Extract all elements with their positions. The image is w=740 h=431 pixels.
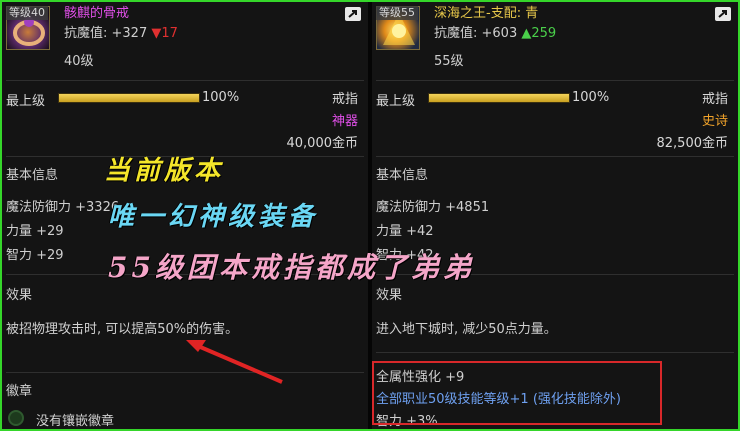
emblem-empty-text: 没有镶嵌徽章	[36, 414, 115, 429]
item-rarity: 史诗	[701, 114, 728, 129]
item-name: 深海之王-支配: 青	[434, 6, 539, 21]
item-level-tag: 等级55	[376, 6, 418, 20]
separator	[6, 80, 364, 81]
effect-text: 进入地下城时, 减少50点力量。	[376, 322, 557, 337]
max-level-bar	[58, 93, 200, 103]
effect-text: 被招物理攻击时, 可以提高50%的伤害。	[6, 322, 239, 337]
basic-info-label: 基本信息	[6, 168, 59, 183]
anti-magic-value: 抗魔值: +327	[64, 26, 148, 41]
emblem-label: 徽章	[6, 384, 33, 399]
stat-strength: 力量 +29	[6, 224, 64, 239]
anti-magic-stat: 抗魔值: +603 ▲259	[434, 26, 556, 42]
separator	[6, 372, 364, 373]
item-name: 骸麒的骨戒	[64, 6, 130, 21]
item-rarity: 神器	[331, 114, 358, 129]
item-slot: 戒指	[331, 92, 358, 107]
separator	[376, 352, 734, 353]
effect-label: 效果	[376, 288, 403, 303]
caption-line-2: 唯一幻神级装备	[108, 202, 319, 232]
item-price: 40,000金币	[286, 136, 359, 151]
effect-label: 效果	[6, 288, 33, 303]
emblem-slot-icon	[8, 410, 24, 426]
anti-magic-stat: 抗魔值: +327 ▼17	[64, 26, 178, 42]
caption-line-3: 55级团本戒指都成了弟弟	[108, 251, 475, 284]
separator	[376, 80, 734, 81]
anti-magic-delta: ▲259	[521, 26, 557, 41]
max-level-bar-fill	[59, 94, 199, 102]
item-level: 55级	[434, 54, 464, 69]
stat-strength: 力量 +42	[376, 224, 434, 239]
max-level-label: 最上级	[376, 94, 416, 109]
max-level-label: 最上级	[6, 94, 46, 109]
share-icon[interactable]	[344, 6, 362, 22]
highlight-box	[372, 361, 662, 425]
item-price: 82,500金币	[656, 136, 729, 151]
max-level-bar-fill	[429, 94, 569, 102]
max-level-percent: 100%	[572, 90, 610, 105]
basic-info-label: 基本信息	[376, 168, 429, 183]
anti-magic-value: 抗魔值: +603	[434, 26, 518, 41]
share-icon[interactable]	[714, 6, 732, 22]
stat-magic-defense: 魔法防御力 +4851	[376, 200, 490, 215]
max-level-percent: 100%	[202, 90, 240, 105]
separator	[376, 156, 734, 157]
item-level: 40级	[64, 54, 94, 69]
max-level-bar	[428, 93, 570, 103]
stat-intelligence: 智力 +29	[6, 248, 64, 263]
anti-magic-delta: ▼17	[151, 26, 178, 41]
item-slot: 戒指	[701, 92, 728, 107]
item-level-tag: 等级40	[6, 6, 48, 20]
caption-line-1: 当前版本	[104, 156, 225, 186]
stat-magic-defense: 魔法防御力 +3326	[6, 200, 120, 215]
